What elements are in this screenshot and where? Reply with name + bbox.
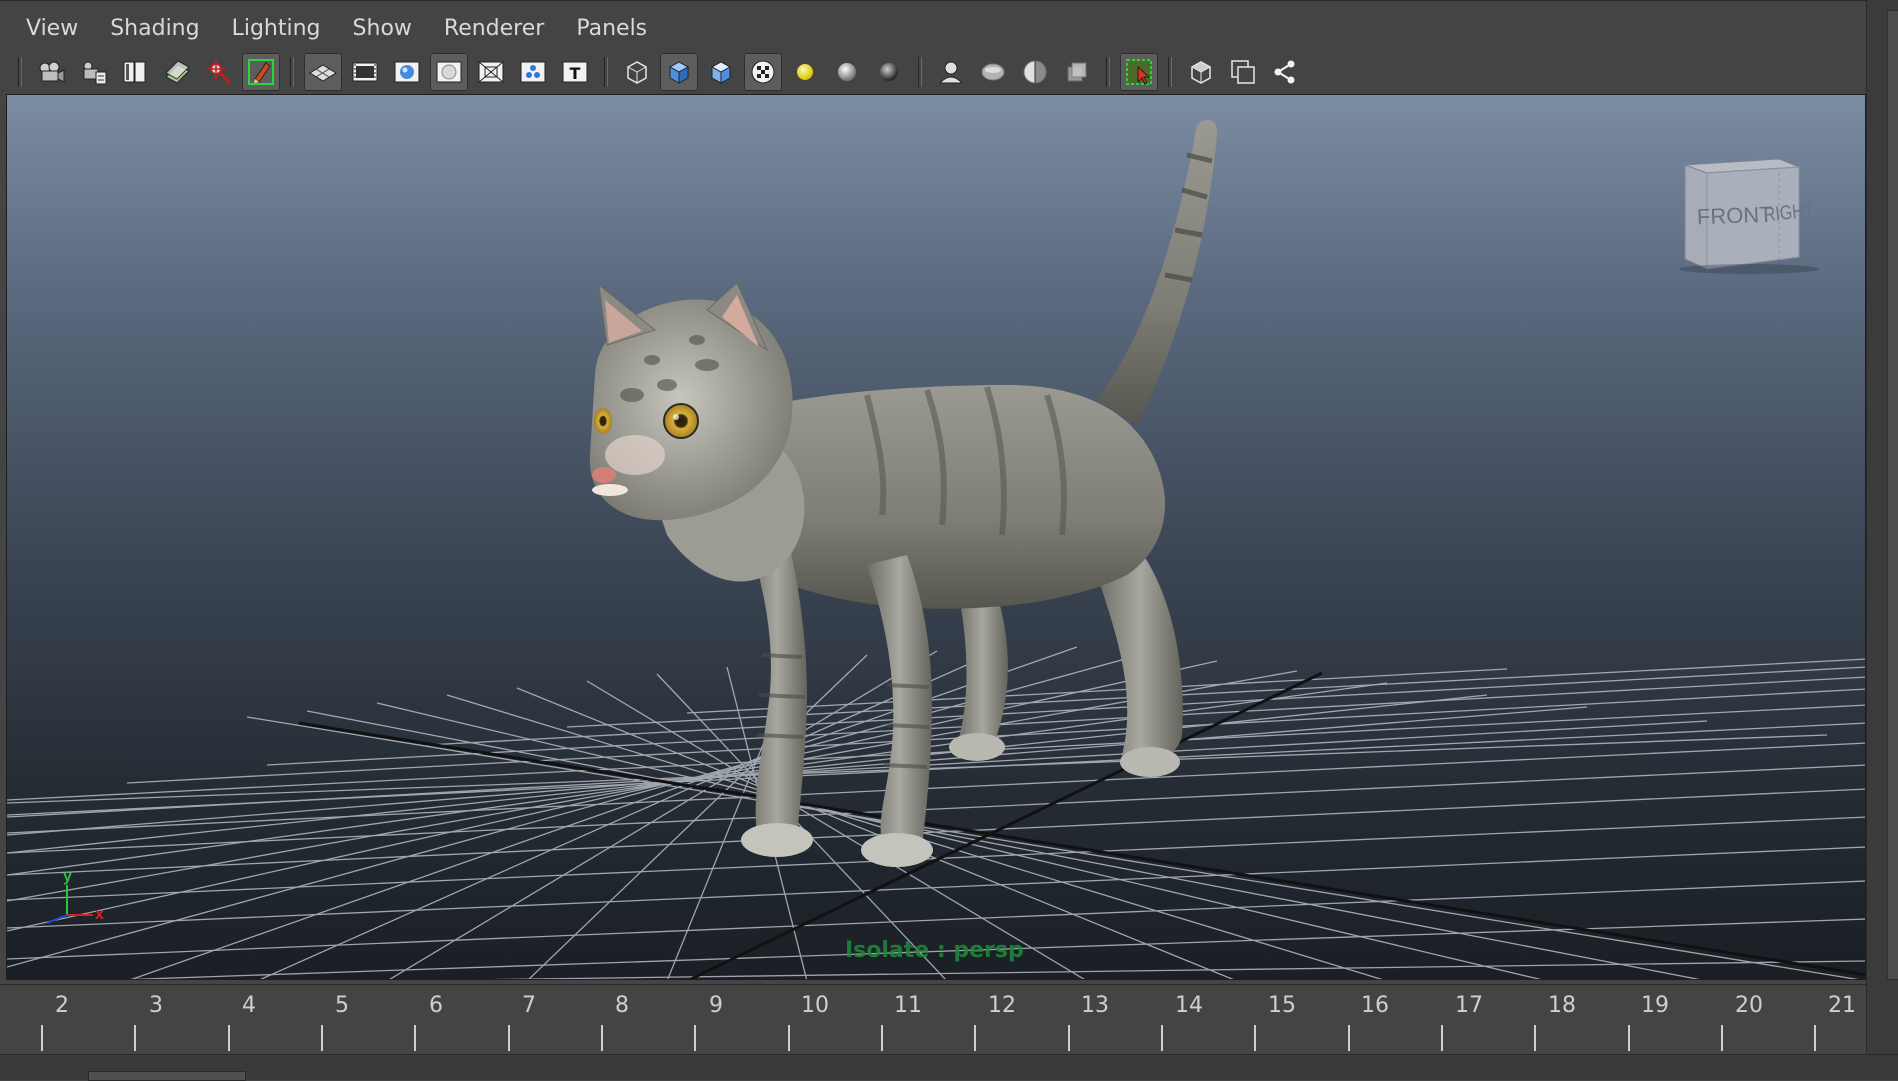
safe-title-icon[interactable]: T bbox=[556, 53, 594, 91]
toolbar-separator bbox=[290, 57, 294, 87]
camera-attributes-icon[interactable] bbox=[74, 53, 112, 91]
tick-mark bbox=[1628, 1025, 1630, 1051]
menu-shading[interactable]: Shading bbox=[94, 9, 215, 49]
image-plane-icon[interactable] bbox=[158, 53, 196, 91]
tick-mark bbox=[974, 1025, 976, 1051]
isolate-select-icon[interactable] bbox=[932, 53, 970, 91]
select-camera-icon[interactable] bbox=[32, 53, 70, 91]
tick-mark bbox=[134, 1025, 136, 1051]
tick-mark bbox=[694, 1025, 696, 1051]
tick-mark bbox=[414, 1025, 416, 1051]
menu-lighting[interactable]: Lighting bbox=[216, 9, 337, 49]
viewcube-right-label: RIGHT bbox=[1763, 199, 1815, 226]
tick-label: 19 bbox=[1641, 993, 1669, 1018]
maya-viewport-panel: View Shading Lighting Show Renderer Pane… bbox=[0, 0, 1898, 1081]
shadows-icon[interactable] bbox=[828, 53, 866, 91]
time-slider[interactable]: 2 3 4 5 6 7 8 9 10 11 12 13 14 15 16 17 … bbox=[0, 984, 1866, 1054]
axis-x-label: x bbox=[95, 906, 104, 923]
menu-view[interactable]: View bbox=[10, 9, 94, 49]
tick-label: 20 bbox=[1735, 993, 1763, 1018]
tick-mark bbox=[1348, 1025, 1350, 1051]
select-objects-icon[interactable] bbox=[1120, 53, 1158, 91]
tick-mark bbox=[601, 1025, 603, 1051]
svg-text:T: T bbox=[570, 64, 581, 83]
textured-icon[interactable] bbox=[744, 53, 782, 91]
viewcube-front-label: FRONT bbox=[1696, 202, 1773, 230]
menu-panels[interactable]: Panels bbox=[560, 9, 663, 49]
tick-mark bbox=[1254, 1025, 1256, 1051]
tick-label: 15 bbox=[1268, 993, 1296, 1018]
view-cube[interactable]: FRONT RIGHT bbox=[1679, 151, 1829, 275]
cat-model bbox=[589, 119, 1218, 867]
grease-pencil-icon[interactable] bbox=[242, 53, 280, 91]
tick-label: 8 bbox=[615, 993, 629, 1018]
axis-gizmo: y x bbox=[37, 865, 117, 945]
safe-action-icon[interactable] bbox=[514, 53, 552, 91]
resolution-gate-icon[interactable] bbox=[388, 53, 426, 91]
tick-label: 9 bbox=[709, 993, 723, 1018]
panel-toolbar: T bbox=[0, 50, 1866, 94]
film-gate-icon[interactable] bbox=[346, 53, 384, 91]
show-all-icon[interactable] bbox=[1182, 53, 1220, 91]
range-slider-bar bbox=[0, 1054, 1898, 1081]
menu-renderer[interactable]: Renderer bbox=[428, 9, 560, 49]
xray-icon[interactable] bbox=[974, 53, 1012, 91]
xray-active-components-icon[interactable] bbox=[1016, 53, 1054, 91]
panel-menubar: View Shading Lighting Show Renderer Pane… bbox=[0, 0, 1866, 56]
tick-label: 18 bbox=[1548, 993, 1576, 1018]
gate-mask-icon[interactable] bbox=[430, 53, 468, 91]
tick-mark bbox=[1534, 1025, 1536, 1051]
tick-mark bbox=[881, 1025, 883, 1051]
tick-label: 12 bbox=[988, 993, 1016, 1018]
tick-label: 11 bbox=[894, 993, 922, 1018]
axis-y-label: y bbox=[63, 868, 72, 885]
toolbar-separator bbox=[18, 57, 22, 87]
toolbar-separator bbox=[1106, 57, 1110, 87]
tick-mark bbox=[1814, 1025, 1816, 1051]
tick-mark bbox=[1161, 1025, 1163, 1051]
tick-label: 6 bbox=[429, 993, 443, 1018]
tick-label: 5 bbox=[335, 993, 349, 1018]
tick-mark bbox=[1721, 1025, 1723, 1051]
wireframe-icon[interactable] bbox=[618, 53, 656, 91]
right-scrollbar[interactable] bbox=[1866, 0, 1898, 1080]
toolbar-separator bbox=[918, 57, 922, 87]
tick-label: 2 bbox=[55, 993, 69, 1018]
tick-mark bbox=[41, 1025, 43, 1051]
tick-label: 16 bbox=[1361, 993, 1389, 1018]
tick-label: 10 bbox=[801, 993, 829, 1018]
tick-mark bbox=[1441, 1025, 1443, 1051]
tick-mark bbox=[508, 1025, 510, 1051]
2d-pan-zoom-icon[interactable] bbox=[200, 53, 238, 91]
toolbar-separator bbox=[1168, 57, 1172, 87]
use-default-material-icon[interactable] bbox=[702, 53, 740, 91]
tick-label: 4 bbox=[242, 993, 256, 1018]
xray-joints-icon[interactable] bbox=[1058, 53, 1096, 91]
tick-label: 13 bbox=[1081, 993, 1109, 1018]
tick-label: 7 bbox=[522, 993, 536, 1018]
tick-mark bbox=[1068, 1025, 1070, 1051]
viewport-scene bbox=[7, 119, 1865, 979]
tick-label: 3 bbox=[149, 993, 163, 1018]
field-chart-icon[interactable] bbox=[472, 53, 510, 91]
camera-label: Isolate : persp bbox=[845, 938, 1024, 963]
tick-label: 14 bbox=[1175, 993, 1203, 1018]
tick-label: 17 bbox=[1455, 993, 1483, 1018]
frame-selection-icon[interactable] bbox=[1224, 53, 1262, 91]
tick-label: 21 bbox=[1828, 993, 1856, 1018]
use-all-lights-icon[interactable] bbox=[786, 53, 824, 91]
toolbar-separator bbox=[604, 57, 608, 87]
tick-mark bbox=[228, 1025, 230, 1051]
perspective-viewport[interactable]: FRONT RIGHT y x Isolate : persp bbox=[6, 94, 1866, 980]
tick-mark bbox=[321, 1025, 323, 1051]
scrollbar-thumb[interactable] bbox=[1887, 10, 1898, 980]
bookmarks-icon[interactable] bbox=[116, 53, 154, 91]
tick-mark bbox=[788, 1025, 790, 1051]
menu-show[interactable]: Show bbox=[337, 9, 428, 49]
smooth-shade-all-icon[interactable] bbox=[660, 53, 698, 91]
ambient-occlusion-icon[interactable] bbox=[870, 53, 908, 91]
node-editor-icon[interactable] bbox=[1266, 53, 1304, 91]
grid-icon[interactable] bbox=[304, 53, 342, 91]
